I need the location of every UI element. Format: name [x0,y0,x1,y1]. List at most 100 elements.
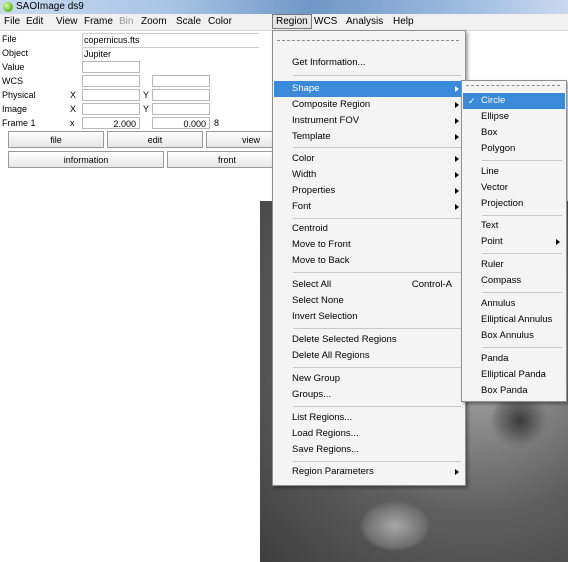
menu-item-get-information[interactable]: Get Information... [274,55,464,71]
menu-item-delete-selected[interactable]: Delete Selected Regions [274,332,464,348]
button-edit[interactable]: edit [107,131,203,148]
menu-file[interactable]: File [4,16,20,27]
tearoff-line[interactable] [466,85,560,86]
menu-frame[interactable]: Frame [84,16,113,27]
menu-item-annulus[interactable]: Annulus [463,296,565,312]
menu-item-label: Shape [292,83,320,94]
button-front[interactable]: front [167,151,287,168]
window-title: SAOImage ds9 [16,1,84,12]
menu-help[interactable]: Help [393,16,414,27]
object-value: Jupiter [82,47,259,60]
frame-angle-field: 0.000 [152,117,210,129]
separator [293,328,461,329]
menu-view[interactable]: View [56,16,78,27]
tearoff-line[interactable] [277,40,459,41]
menu-item-polygon[interactable]: Polygon [463,141,565,157]
frame-x-label: x [70,118,75,128]
separator [482,215,562,216]
menu-item-instrument-fov[interactable]: Instrument FOV [274,113,464,129]
menu-item-groups[interactable]: Groups... [274,387,464,403]
separator [482,347,562,348]
menu-item-list-regions[interactable]: List Regions... [274,410,464,426]
menu-item-delete-all[interactable]: Delete All Regions [274,348,464,364]
menu-item-select-none[interactable]: Select None [274,293,464,309]
submenu-arrow-icon [455,188,459,194]
menu-item-font[interactable]: Font [274,199,464,215]
menu-item-line[interactable]: Line [463,164,565,180]
menu-item-centroid[interactable]: Centroid [274,221,464,237]
image-x-label: X [70,104,77,114]
menu-wcs[interactable]: WCS [314,16,337,27]
menu-item-move-to-front[interactable]: Move to Front [274,237,464,253]
menu-item-select-all[interactable]: Select All Control-A [274,277,464,293]
file-value: copernicus.fts [82,33,259,46]
submenu-arrow-icon [455,469,459,475]
physical-label: Physical [2,90,36,100]
menu-item-label: Properties [292,185,336,196]
menu-item-box-panda[interactable]: Box Panda [463,383,565,399]
menu-item-ellipse[interactable]: Ellipse [463,109,565,125]
menu-item-invert-selection[interactable]: Invert Selection [274,309,464,325]
object-row: Object Jupiter [0,47,260,61]
value-row: Value [0,61,260,75]
menu-item-vector[interactable]: Vector [463,180,565,196]
menu-item-box-annulus[interactable]: Box Annulus [463,328,565,344]
menu-item-width[interactable]: Width [274,167,464,183]
menu-item-color[interactable]: Color [274,151,464,167]
menu-scale[interactable]: Scale [176,16,201,27]
wcs-field-2 [152,75,210,87]
menu-item-properties[interactable]: Properties [274,183,464,199]
submenu-arrow-icon [455,118,459,124]
menu-item-shape[interactable]: Shape [274,81,464,97]
title-bar[interactable]: SAOImage ds9 [0,0,568,14]
menu-item-point[interactable]: Point [463,234,565,250]
separator [482,253,562,254]
menu-item-circle[interactable]: ✓ Circle [463,93,565,109]
menu-item-label: Template [292,131,331,142]
menu-item-label: Point [481,236,503,247]
menu-edit[interactable]: Edit [26,16,43,27]
menu-bin[interactable]: Bin [119,16,133,27]
menu-item-elliptical-panda[interactable]: Elliptical Panda [463,367,565,383]
menu-item-ruler[interactable]: Ruler [463,257,565,273]
menu-item-label: Circle [481,95,506,106]
check-icon: ✓ [468,96,476,106]
menu-item-text[interactable]: Text [463,218,565,234]
menu-item-elliptical-annulus[interactable]: Elliptical Annulus [463,312,565,328]
shortcut-label: Control-A [411,279,452,290]
submenu-arrow-icon [455,102,459,108]
image-label: Image [2,104,28,114]
separator [482,292,562,293]
menu-item-load-regions[interactable]: Load Regions... [274,426,464,442]
menu-item-region-parameters[interactable]: Region Parameters [274,464,464,480]
menu-region[interactable]: Region [272,14,312,29]
menu-zoom[interactable]: Zoom [141,16,167,27]
menu-item-compass[interactable]: Compass [463,273,565,289]
menu-color[interactable]: Color [208,16,232,27]
menu-item-projection[interactable]: Projection [463,196,565,212]
button-file[interactable]: file [8,131,104,148]
menu-item-move-to-back[interactable]: Move to Back [274,253,464,269]
menu-item-box[interactable]: Box [463,125,565,141]
menu-item-save-regions[interactable]: Save Regions... [274,442,464,458]
object-label: Object [2,48,29,58]
separator [293,406,461,407]
file-row: File copernicus.fts [0,33,260,47]
crater-4 [360,501,430,551]
physical-x-field [82,89,140,101]
submenu-arrow-icon [455,86,459,92]
menu-item-panda[interactable]: Panda [463,351,565,367]
separator [293,272,461,273]
menu-item-new-group[interactable]: New Group [274,371,464,387]
menu-item-composite-region[interactable]: Composite Region [274,97,464,113]
menu-bar: File Edit View Frame Bin Zoom Scale Colo… [0,14,568,31]
menu-analysis[interactable]: Analysis [346,16,383,27]
button-information[interactable]: information [8,151,164,168]
menu-item-template[interactable]: Template [274,129,464,145]
submenu-arrow-icon [455,172,459,178]
region-menu: Get Information... Shape Composite Regio… [272,30,466,486]
wcs-label: WCS [2,76,23,86]
wcs-row: WCS [0,75,260,89]
separator [293,147,461,148]
physical-x-label: X [70,90,77,100]
